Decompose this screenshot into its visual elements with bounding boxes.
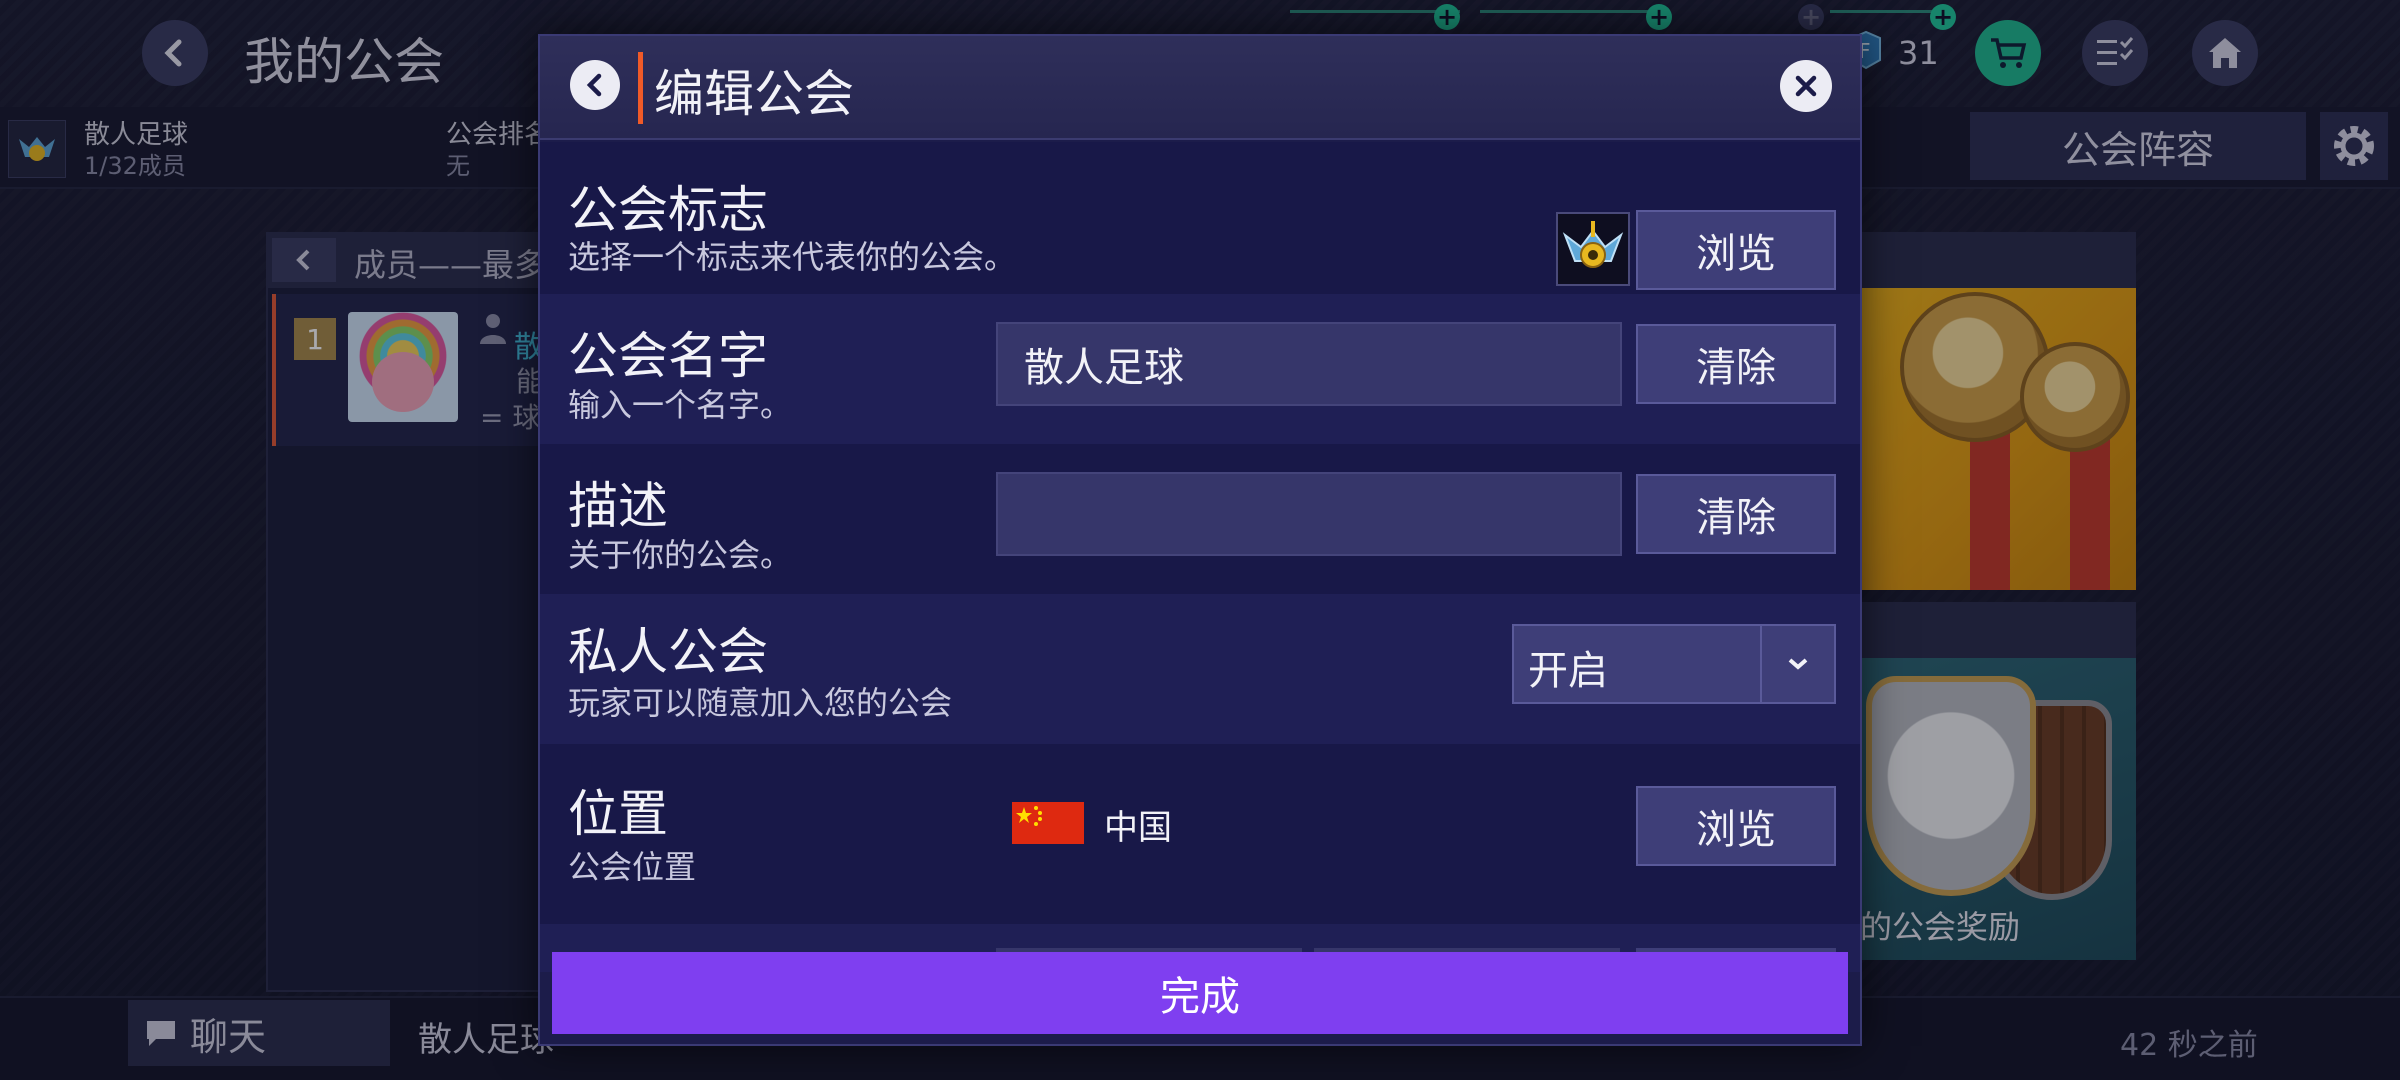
- location-row-title: 位置: [568, 785, 668, 843]
- private-guild-select[interactable]: 开启: [1512, 624, 1836, 704]
- location-row-subtitle: 公会位置: [568, 848, 697, 886]
- chevron-left-icon: [586, 73, 602, 97]
- dialog-close-button[interactable]: [1780, 60, 1832, 112]
- private-guild-selected-value: 开启: [1528, 648, 1608, 694]
- description-row: 描述 关于你的公会。 清除: [540, 444, 1860, 594]
- edit-guild-dialog: 编辑公会 公会标志 选择一个标志来代表你的公会。 浏览 公会名字 输入一个名字。…: [538, 34, 1862, 1046]
- name-row-title: 公会名字: [568, 327, 768, 385]
- guild-logo-icon: [1562, 221, 1624, 268]
- clear-description-button[interactable]: 清除: [1636, 474, 1836, 554]
- dropdown-toggle[interactable]: [1760, 626, 1834, 702]
- dialog-title: 编辑公会: [654, 65, 854, 123]
- guild-name-input[interactable]: 散人足球: [996, 322, 1622, 406]
- dialog-back-button[interactable]: [570, 60, 620, 110]
- guild-logo-preview: [1556, 212, 1630, 286]
- private-row-title: 私人公会: [568, 623, 768, 681]
- dialog-header: 编辑公会: [540, 36, 1860, 140]
- logo-row-subtitle: 选择一个标志来代表你的公会。: [568, 238, 1017, 276]
- location-row: 位置 公会位置 中国 浏览: [540, 744, 1860, 924]
- logo-row: 公会标志 选择一个标志来代表你的公会。 浏览: [540, 142, 1860, 294]
- description-row-subtitle: 关于你的公会。: [568, 536, 793, 574]
- name-row: 公会名字 输入一个名字。 散人足球 清除: [540, 294, 1860, 444]
- location-country-name: 中国: [1104, 808, 1172, 848]
- description-input[interactable]: [996, 472, 1622, 556]
- private-guild-row: 私人公会 玩家可以随意加入您的公会 开启: [540, 594, 1860, 744]
- chevron-down-icon: [1788, 658, 1808, 670]
- browse-logo-button[interactable]: 浏览: [1636, 210, 1836, 290]
- title-accent-bar: [638, 52, 643, 124]
- clear-name-button[interactable]: 清除: [1636, 324, 1836, 404]
- done-button[interactable]: 完成: [552, 952, 1848, 1034]
- china-flag-icon: [1012, 802, 1084, 844]
- name-row-subtitle: 输入一个名字。: [568, 386, 793, 424]
- description-row-title: 描述: [568, 477, 668, 535]
- browse-location-button[interactable]: 浏览: [1636, 786, 1836, 866]
- private-row-subtitle: 玩家可以随意加入您的公会: [568, 684, 953, 722]
- close-icon: [1795, 75, 1817, 97]
